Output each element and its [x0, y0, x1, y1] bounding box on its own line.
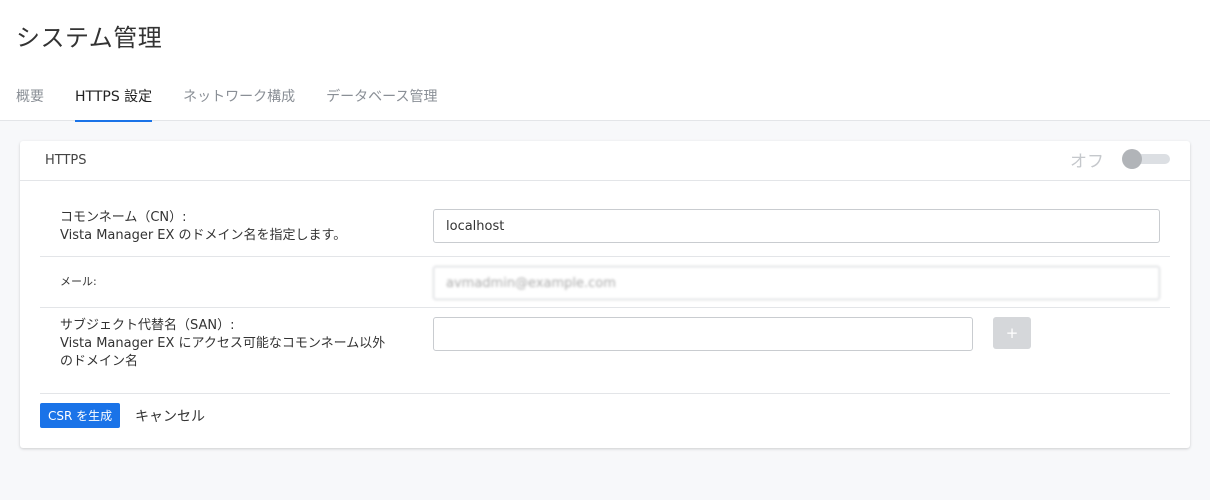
san-label: サブジェクト代替名（SAN）: Vista Manager EX にアクセス可能… — [60, 317, 385, 371]
generate-csr-button[interactable]: CSR を生成 — [40, 403, 121, 428]
common-name-label-line2: Vista Manager EX のドメイン名を指定します。 — [60, 228, 347, 243]
email-input[interactable] — [433, 266, 1160, 300]
toggle-knob — [1122, 149, 1142, 169]
tab-network-config[interactable]: ネットワーク構成 — [183, 80, 295, 121]
https-card: HTTPS オフ コモンネーム（CN）: Vista Manager EX のド… — [20, 141, 1190, 448]
toggle-state-label: オフ — [1070, 152, 1104, 172]
san-label-line3: のドメイン名 — [60, 354, 139, 369]
san-row: サブジェクト代替名（SAN）: Vista Manager EX にアクセス可能… — [40, 308, 1170, 393]
san-label-line2: Vista Manager EX にアクセス可能なコモンネーム以外 — [60, 336, 386, 351]
common-name-label: コモンネーム（CN）: Vista Manager EX のドメイン名を指定しま… — [60, 209, 346, 245]
tab-database-management[interactable]: データベース管理 — [326, 80, 437, 121]
email-row: メール: — [40, 257, 1170, 308]
common-name-row: コモンネーム（CN）: Vista Manager EX のドメイン名を指定しま… — [40, 199, 1170, 257]
san-input[interactable] — [433, 317, 973, 351]
common-name-input[interactable] — [433, 209, 1160, 243]
actions-divider — [40, 393, 1170, 394]
san-label-line1: サブジェクト代替名（SAN）: — [60, 318, 235, 333]
email-label: メール: — [60, 275, 97, 288]
add-san-button[interactable]: + — [993, 317, 1031, 349]
https-card-header: HTTPS オフ — [20, 141, 1190, 181]
top-bar: システム管理 概要 HTTPS 設定 ネットワーク構成 データベース管理 — [0, 0, 1210, 122]
common-name-label-line1: コモンネーム（CN）: — [60, 210, 187, 225]
https-toggle[interactable] — [1122, 149, 1170, 169]
cancel-button[interactable]: キャンセル — [135, 403, 205, 428]
tab-bar: 概要 HTTPS 設定 ネットワーク構成 データベース管理 — [16, 80, 468, 122]
tab-https-settings[interactable]: HTTPS 設定 — [75, 80, 153, 122]
page-title: システム管理 — [16, 24, 163, 52]
tab-overview[interactable]: 概要 — [16, 80, 44, 121]
card-title: HTTPS — [45, 153, 87, 168]
